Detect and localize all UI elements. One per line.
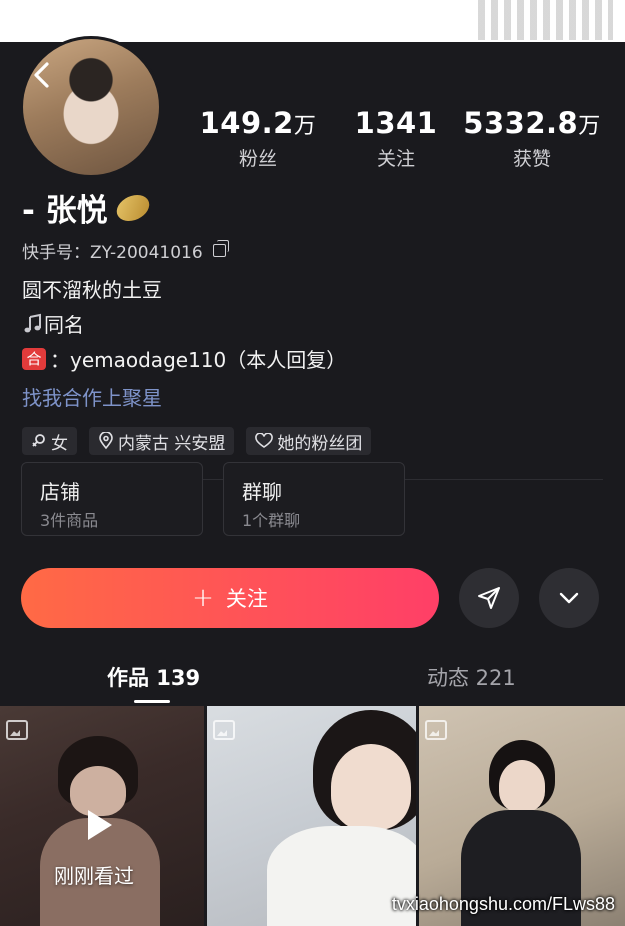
- follow-button-label: 关注: [225, 587, 268, 611]
- tag-fan-club-label: 她的粉丝团: [277, 433, 363, 454]
- tab-moments[interactable]: 动态 221: [427, 662, 516, 692]
- send-icon: [478, 587, 500, 609]
- shop-card[interactable]: 店铺 3件商品: [21, 462, 203, 536]
- tile-photo-face: [499, 760, 545, 812]
- play-icon[interactable]: [88, 810, 112, 840]
- tile-photo-face: [70, 766, 126, 816]
- kuaishou-id-text: 快手号：ZY-20041016: [22, 243, 203, 263]
- shop-card-title: 店铺: [40, 480, 80, 504]
- cooperation-link[interactable]: 找我合作上聚星: [22, 382, 162, 411]
- tag-gender-label: 女: [51, 433, 68, 454]
- share-button[interactable]: [459, 568, 519, 628]
- profile-name-text: - 张悦: [22, 193, 108, 229]
- music-note-icon: [24, 313, 41, 332]
- stat-likes[interactable]: 5332.8万 获赞: [462, 106, 602, 171]
- tag-location-label: 内蒙古 兴安盟: [118, 433, 226, 454]
- chevron-down-icon: [559, 592, 579, 604]
- shop-card-subtitle: 3件商品: [40, 511, 99, 530]
- image-icon: [213, 720, 235, 740]
- stat-fans[interactable]: 149.2万 粉丝: [188, 106, 328, 171]
- group-chat-card-title: 群聊: [242, 480, 282, 504]
- watermark-text: tvxiaohongshu.com/FLws88: [391, 894, 615, 914]
- active-tab-indicator: [134, 700, 170, 703]
- image-icon: [425, 720, 447, 740]
- grid-item[interactable]: 刚刚看过: [0, 706, 204, 926]
- tag-location[interactable]: 内蒙古 兴安盟: [89, 427, 235, 455]
- tab-works[interactable]: 作品 139: [107, 662, 200, 692]
- grid-item[interactable]: [207, 706, 416, 926]
- grid-item[interactable]: [419, 706, 625, 926]
- decorative-pattern: [478, 0, 613, 40]
- more-button[interactable]: [539, 568, 599, 628]
- stat-fans-unit: 万: [293, 114, 317, 139]
- group-chat-card-subtitle: 1个群聊: [242, 511, 301, 530]
- stat-likes-number: 5332.8: [463, 106, 579, 140]
- tag-fan-club[interactable]: 她的粉丝团: [246, 427, 372, 455]
- image-icon: [6, 720, 28, 740]
- stat-following-label: 关注: [376, 148, 415, 170]
- plus-icon: +: [192, 583, 214, 613]
- bio-line-3-text: ：yemaodage110（本人回复）: [50, 348, 347, 372]
- potato-emoji-icon: [112, 189, 154, 226]
- profile-tags: 女 内蒙古 兴安盟 她的粉丝团: [22, 427, 372, 455]
- stat-fans-label: 粉丝: [238, 148, 277, 170]
- stat-following-number: 1341: [354, 106, 438, 140]
- bio-line-1: 圆不溜秋的土豆: [22, 278, 162, 302]
- bio-line-2: 同名: [22, 309, 84, 338]
- tile-photo-face: [331, 744, 411, 830]
- back-arrow-icon[interactable]: [30, 60, 56, 90]
- works-grid: 刚刚看过 tvxiaohongshu.com/FLws88: [0, 706, 625, 926]
- stat-fans-number: 149.2: [199, 106, 294, 140]
- bio-line-3: 合 ：yemaodage110（本人回复）: [22, 344, 346, 373]
- he-badge-icon: 合: [22, 347, 46, 370]
- kuaishou-id: 快手号：ZY-20041016: [22, 238, 229, 263]
- location-icon: [99, 432, 113, 450]
- copy-icon[interactable]: [212, 240, 229, 257]
- profile-name: - 张悦: [22, 185, 154, 230]
- stat-likes-label: 获赞: [512, 148, 551, 170]
- heart-icon: [255, 433, 274, 448]
- gender-icon: [32, 434, 45, 447]
- avatar[interactable]: [20, 36, 162, 178]
- tag-gender[interactable]: 女: [22, 427, 77, 455]
- recently-viewed-label: 刚刚看过: [54, 864, 134, 888]
- follow-button[interactable]: + 关注: [21, 568, 439, 628]
- group-chat-card[interactable]: 群聊 1个群聊: [223, 462, 405, 536]
- stat-likes-unit: 万: [578, 114, 601, 139]
- bio-line-2-text: 同名: [44, 313, 84, 337]
- stat-following[interactable]: 1341 关注: [326, 106, 466, 171]
